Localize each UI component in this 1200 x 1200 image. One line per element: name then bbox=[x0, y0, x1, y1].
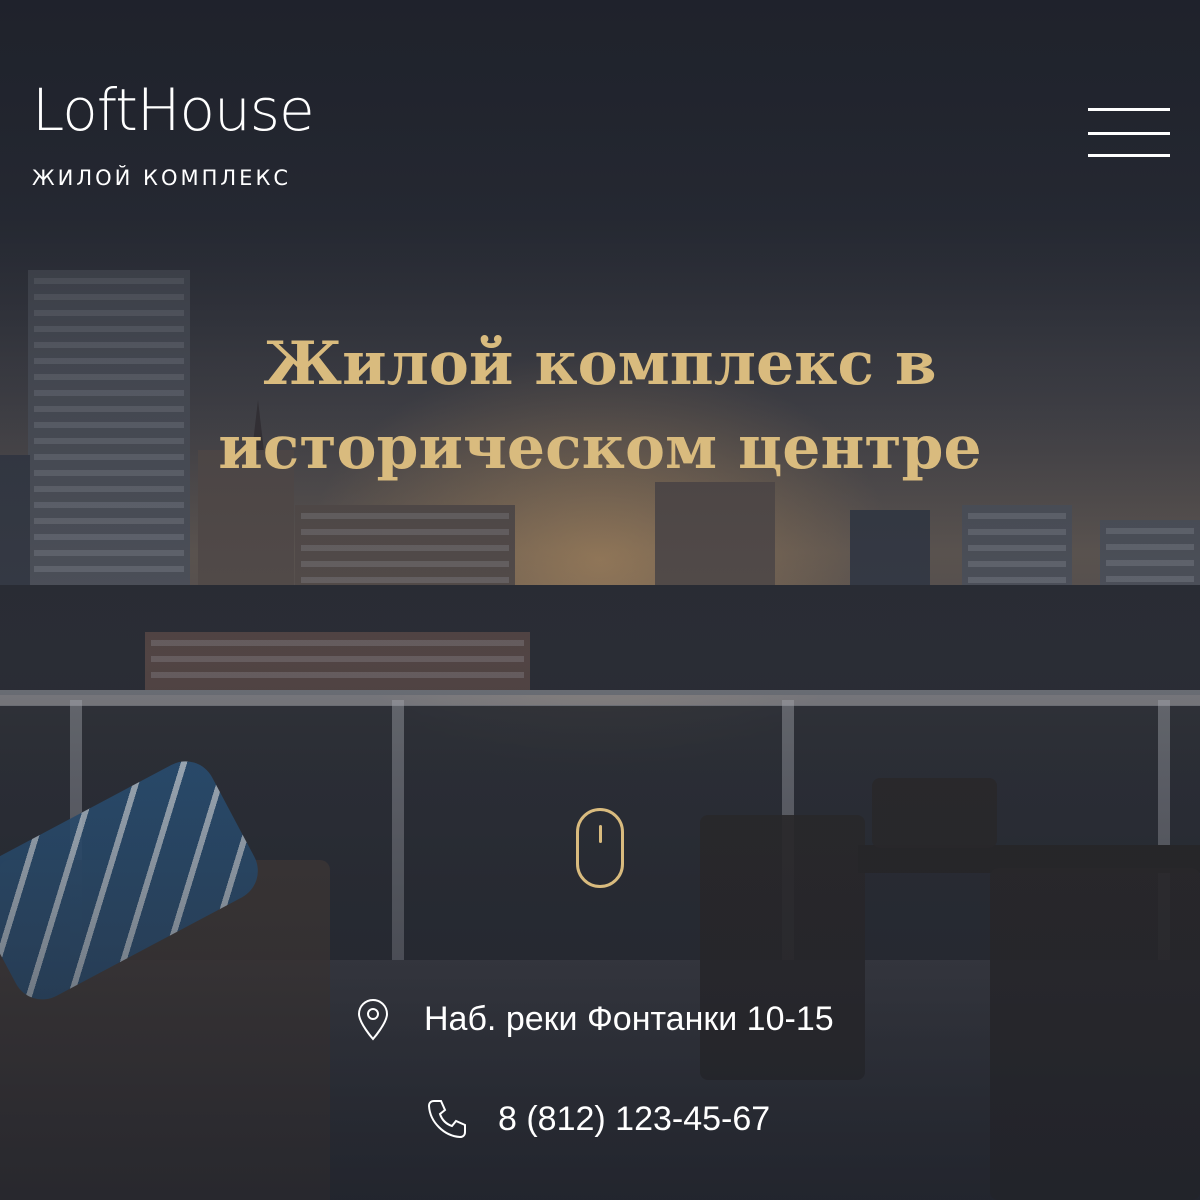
logo-subtitle: ЖИЛОЙ КОМПЛЕКС bbox=[32, 166, 292, 190]
hero-title: Жилой комплекс в историческом центре bbox=[218, 329, 982, 483]
mouse-scroll-icon[interactable] bbox=[576, 808, 624, 888]
hamburger-menu-button[interactable] bbox=[1088, 106, 1170, 162]
address-text: Наб. реки Фонтанки 10-15 bbox=[424, 999, 834, 1038]
phone-icon bbox=[427, 1100, 466, 1139]
address-block: Наб. реки Фонтанки 10-15 bbox=[350, 996, 834, 1042]
phone-block[interactable]: 8 (812) 123-45-67 bbox=[424, 1096, 770, 1142]
location-pin-icon bbox=[357, 999, 389, 1041]
phone-number[interactable]: 8 (812) 123-45-67 bbox=[498, 1100, 770, 1139]
site-logo[interactable]: LoftHouse bbox=[32, 80, 315, 140]
